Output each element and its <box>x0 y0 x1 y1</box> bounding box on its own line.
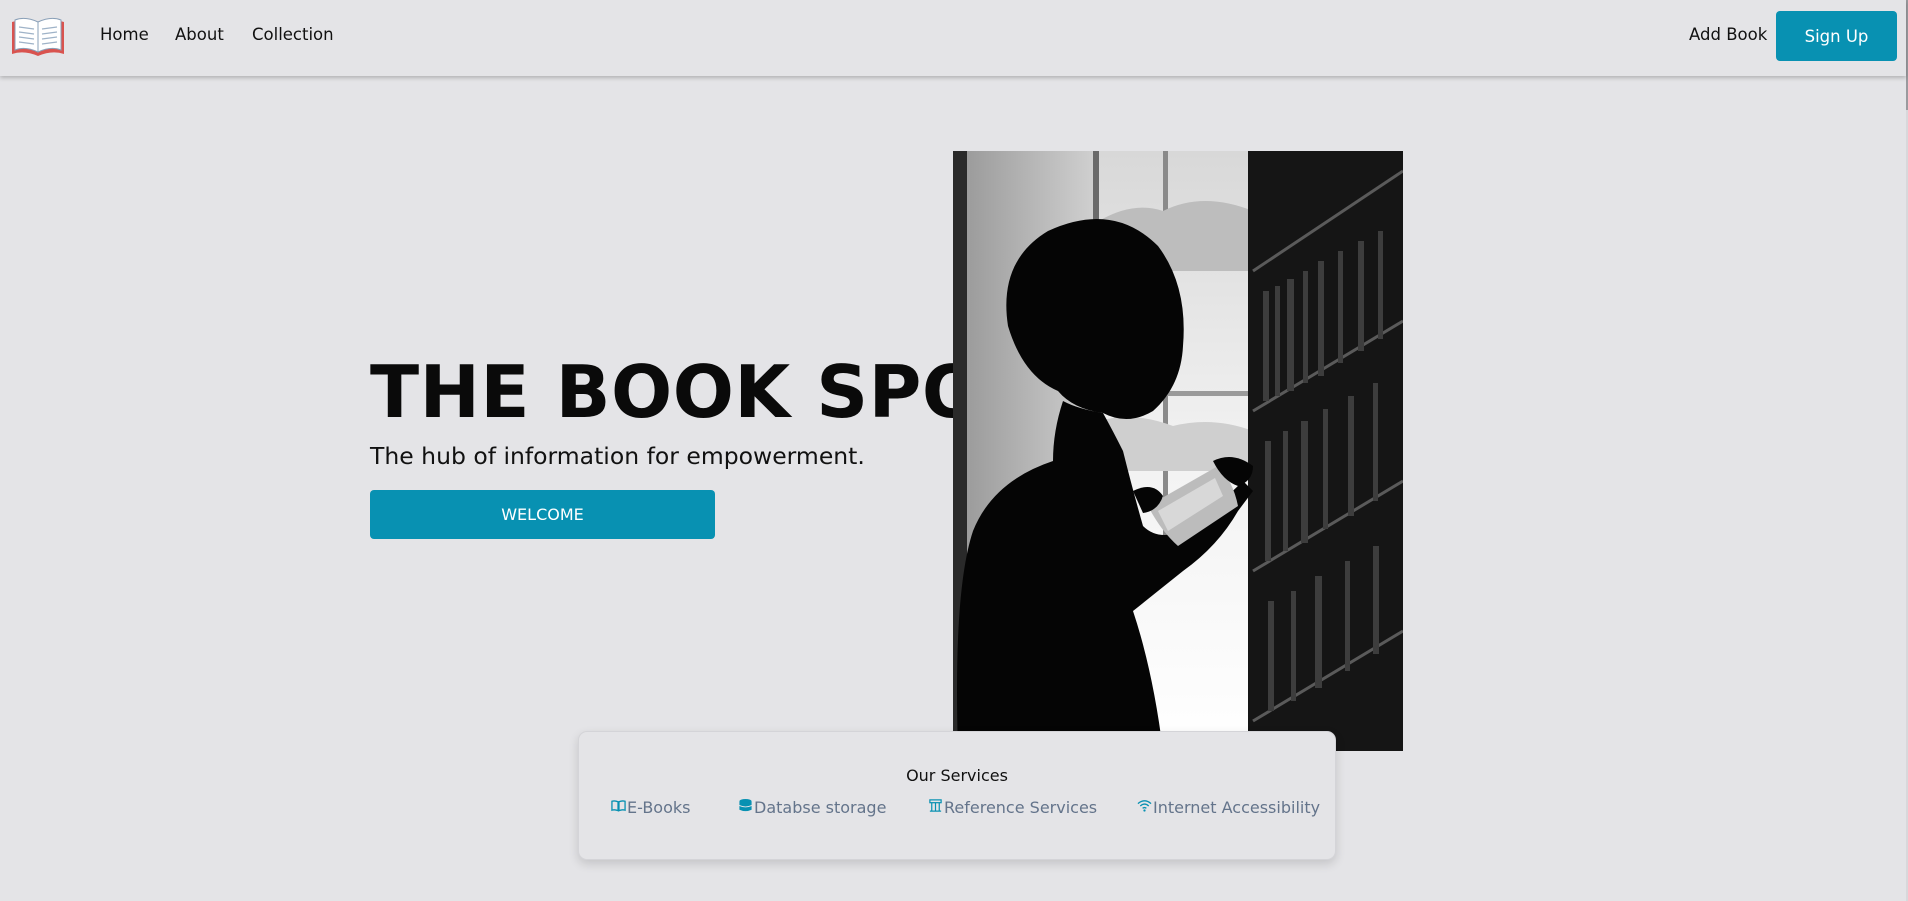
reference-icon <box>928 798 944 817</box>
navbar: Home About Collection Add Book Sign Up <box>0 0 1906 76</box>
service-label: E-Books <box>627 798 691 817</box>
open-book-icon[interactable] <box>10 14 66 60</box>
services-title: Our Services <box>906 766 1008 785</box>
nav-home-link[interactable]: Home <box>100 25 149 44</box>
service-reference-services[interactable]: Reference Services <box>928 798 1097 817</box>
hero-title: THE BOOK SPOT <box>370 350 1034 434</box>
sign-up-button[interactable]: Sign Up <box>1776 11 1897 61</box>
database-icon <box>738 798 754 817</box>
add-book-link[interactable]: Add Book <box>1689 25 1767 44</box>
hero-image <box>953 151 1403 751</box>
wifi-icon <box>1137 798 1153 817</box>
hero-subtitle: The hub of information for empowerment. <box>370 442 865 470</box>
service-ebooks[interactable]: E-Books <box>611 798 690 817</box>
services-card: Our Services E-Books Databse storage Ref… <box>578 731 1336 860</box>
service-label: Databse storage <box>754 798 887 817</box>
welcome-button[interactable]: WELCOME <box>370 490 715 539</box>
service-internet-accessibility[interactable]: Internet Accessibility <box>1137 798 1320 817</box>
nav-collection-link[interactable]: Collection <box>252 25 334 44</box>
open-book-icon <box>611 798 627 817</box>
service-database-storage[interactable]: Databse storage <box>738 798 886 817</box>
nav-about-link[interactable]: About <box>175 25 224 44</box>
service-label: Internet Accessibility <box>1153 798 1321 817</box>
service-label: Reference Services <box>944 798 1098 817</box>
